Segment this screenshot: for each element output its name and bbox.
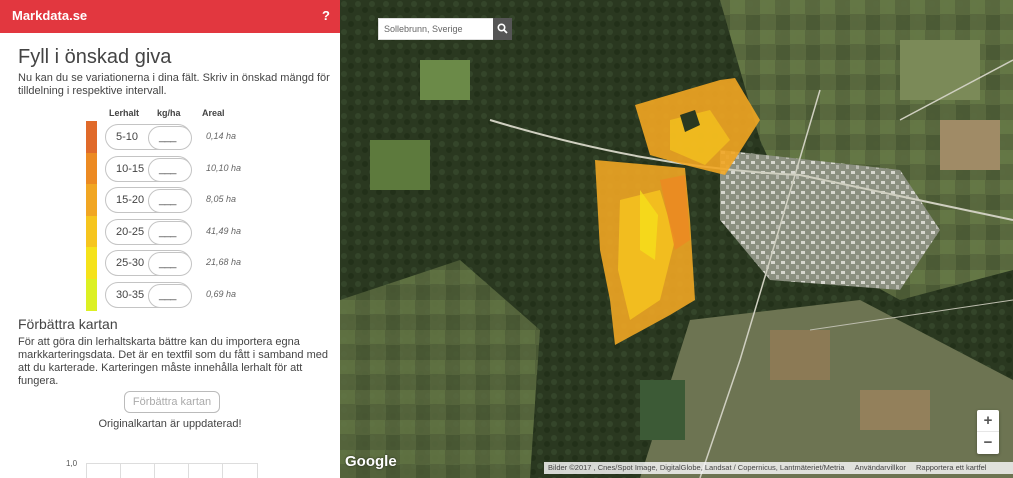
mini-chart-y-label: 1,0 <box>66 459 78 468</box>
kgha-value: ___ <box>159 257 176 269</box>
report-map-error-link[interactable]: Rapportera ett kartfel <box>916 463 986 472</box>
area-value: 0,14 ha <box>206 131 237 141</box>
mini-chart-tick <box>120 463 121 478</box>
range-label: 5-10 <box>116 131 139 143</box>
zoom-in-button[interactable]: + <box>977 410 999 432</box>
giva-row: 30-35 ___ 0,69 ha <box>105 282 285 308</box>
color-swatch <box>86 247 97 279</box>
satellite-map[interactable]: Sollebrunn, Sverige + − Google Bilder ©2… <box>340 0 1013 478</box>
kgha-input[interactable]: ___ <box>148 126 192 150</box>
kgha-value: ___ <box>159 289 176 301</box>
mini-chart-tick <box>154 463 155 478</box>
color-swatch <box>86 153 97 185</box>
range-pill: 5-10 ___ <box>105 124 192 150</box>
color-swatch <box>86 184 97 216</box>
kgha-input[interactable]: ___ <box>148 221 192 245</box>
brand-logo[interactable]: Markdata.se <box>12 8 87 23</box>
page-title: Fyll i önskad giva <box>18 46 172 68</box>
zoom-controls: + − <box>977 410 999 454</box>
map-attribution-bar: Bilder ©2017 , Cnes/Spot Image, DigitalG… <box>544 462 1013 474</box>
range-label: 25-30 <box>116 257 145 269</box>
help-button[interactable]: ? <box>322 8 330 23</box>
kgha-input[interactable]: ___ <box>148 189 192 213</box>
column-header-areal: Areal <box>202 108 225 118</box>
search-icon <box>497 23 508 34</box>
area-value: 10,10 ha <box>206 163 242 173</box>
kgha-input[interactable]: ___ <box>148 252 192 276</box>
area-value: 41,49 ha <box>206 226 242 236</box>
color-swatch <box>86 121 97 153</box>
improve-map-button[interactable]: Förbättra kartan <box>124 391 220 413</box>
column-header-lerhalt: Lerhalt <box>109 108 140 118</box>
area-value: 21,68 ha <box>206 257 242 267</box>
range-label: 20-25 <box>116 226 145 238</box>
map-attribution-text: Bilder ©2017 , Cnes/Spot Image, DigitalG… <box>548 463 845 472</box>
map-search-input[interactable]: Sollebrunn, Sverige <box>378 18 512 40</box>
area-value: 8,05 ha <box>206 194 237 204</box>
mini-chart-tick <box>86 463 87 478</box>
area-value: 0,69 ha <box>206 289 237 299</box>
giva-row: 10-15 ___ 10,10 ha <box>105 156 285 182</box>
map-imagery <box>340 0 1013 478</box>
terms-link[interactable]: Användarvillkor <box>855 463 906 472</box>
color-swatch <box>86 216 97 248</box>
range-pill: 30-35 ___ <box>105 282 192 308</box>
sidebar-panel: Markdata.se ? Fyll i önskad giva Nu kan … <box>0 0 340 478</box>
giva-row: 5-10 ___ 0,14 ha <box>105 124 285 150</box>
kgha-value: ___ <box>159 194 176 206</box>
range-pill: 15-20 ___ <box>105 187 192 213</box>
google-logo[interactable]: Google <box>345 453 397 470</box>
mini-chart-tick <box>222 463 223 478</box>
app-header: Markdata.se ? <box>0 0 340 33</box>
range-pill: 20-25 ___ <box>105 219 192 245</box>
kgha-value: ___ <box>159 163 176 175</box>
range-pill: 25-30 ___ <box>105 250 192 276</box>
color-swatch <box>86 279 97 311</box>
range-label: 10-15 <box>116 163 145 175</box>
kgha-input[interactable]: ___ <box>148 158 192 182</box>
kgha-input[interactable]: ___ <box>148 284 192 308</box>
mini-chart-tick <box>257 463 258 478</box>
improve-description: För att göra din lerhaltskarta bättre ka… <box>18 336 328 387</box>
range-label: 30-35 <box>116 289 145 301</box>
range-pill: 10-15 ___ <box>105 156 192 182</box>
giva-row: 20-25 ___ 41,49 ha <box>105 219 285 245</box>
map-search-value: Sollebrunn, Sverige <box>384 24 463 34</box>
zoom-out-button[interactable]: − <box>977 432 999 454</box>
giva-row: 25-30 ___ 21,68 ha <box>105 250 285 276</box>
intro-text: Nu kan du se variationerna i dina fält. … <box>18 72 330 97</box>
kgha-value: ___ <box>159 226 176 238</box>
map-search-button[interactable] <box>493 18 512 40</box>
kgha-value: ___ <box>159 131 176 143</box>
column-header-kgha: kg/ha <box>157 108 181 118</box>
status-message: Originalkartan är uppdaterad! <box>98 418 242 430</box>
improve-heading: Förbättra kartan <box>18 316 118 332</box>
mini-chart-tick <box>188 463 189 478</box>
giva-row: 15-20 ___ 8,05 ha <box>105 187 285 213</box>
range-label: 15-20 <box>116 194 145 206</box>
mini-chart-gridline <box>86 463 258 464</box>
